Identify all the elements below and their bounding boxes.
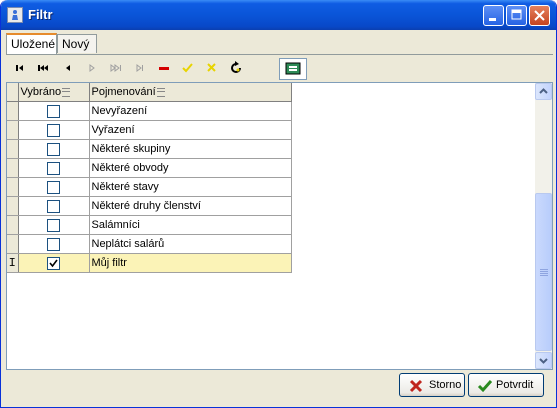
post-edit-icon[interactable] <box>179 59 197 77</box>
checkbox[interactable] <box>47 180 60 194</box>
next-page-icon[interactable] <box>107 59 125 77</box>
cancel-label: Storno <box>429 379 462 391</box>
table-row-current[interactable]: I Můj filtr <box>7 253 292 273</box>
filter-name-cell[interactable]: Některé druhy členství <box>89 196 292 216</box>
selected-cell[interactable] <box>18 120 90 140</box>
column-header-name[interactable]: Pojmenování <box>89 83 292 102</box>
row-indicator <box>7 139 19 159</box>
table-row[interactable]: Vyřazení <box>7 120 292 140</box>
selected-cell[interactable] <box>18 234 90 254</box>
selected-cell[interactable] <box>18 101 90 121</box>
first-record-icon[interactable] <box>11 59 29 77</box>
column-label: Pojmenování <box>91 86 156 98</box>
scroll-down-button[interactable] <box>535 352 552 369</box>
title-bar[interactable]: Filtr <box>1 0 556 30</box>
selected-cell[interactable] <box>18 139 90 159</box>
next-record-icon[interactable] <box>83 59 101 77</box>
filter-name-cell[interactable]: Můj filtr <box>89 253 292 273</box>
scroll-up-button[interactable] <box>535 83 552 100</box>
table-row[interactable]: Některé stavy <box>7 177 292 197</box>
green-check-icon <box>477 380 493 393</box>
row-indicator <box>7 215 19 235</box>
sort-icon <box>156 87 165 97</box>
checkmark-icon <box>49 259 58 267</box>
row-indicator <box>7 120 19 140</box>
indicator-header <box>7 83 19 102</box>
vertical-scrollbar[interactable] <box>535 83 552 369</box>
column-header-selected[interactable]: Vybráno <box>18 83 90 102</box>
filter-dialog: Filtr Uložené Nový Vybráno Pojmenování N… <box>0 0 557 408</box>
row-indicator-current: I <box>7 253 19 273</box>
checkbox[interactable] <box>47 123 60 137</box>
row-indicator <box>7 196 19 216</box>
checkbox[interactable] <box>47 142 60 156</box>
last-record-icon[interactable] <box>131 59 149 77</box>
selected-cell[interactable] <box>18 177 90 197</box>
row-indicator <box>7 158 19 178</box>
tab-new[interactable]: Nový <box>57 34 97 53</box>
filter-name-cell[interactable]: Neplátci salárů <box>89 234 292 254</box>
column-label: Vybráno <box>20 86 62 98</box>
maximize-button[interactable] <box>506 5 527 26</box>
scroll-thumb[interactable] <box>535 193 552 351</box>
table-row[interactable]: Salámníci <box>7 215 292 235</box>
selected-cell[interactable] <box>18 196 90 216</box>
window-title: Filtr <box>28 7 53 22</box>
filter-name-cell[interactable]: Některé stavy <box>89 177 292 197</box>
grip-icon <box>540 269 548 276</box>
table-row[interactable]: Nevyřazení <box>7 101 292 121</box>
filter-name-cell[interactable]: Některé skupiny <box>89 139 292 159</box>
sort-icon <box>62 87 71 97</box>
prior-page-icon[interactable] <box>35 59 53 77</box>
table-row[interactable]: Některé skupiny <box>7 139 292 159</box>
confirm-button[interactable]: Potvrdit <box>468 373 544 397</box>
checkbox[interactable] <box>47 218 60 232</box>
red-x-icon <box>409 379 423 393</box>
checkbox-checked[interactable] <box>47 256 60 270</box>
prior-record-icon[interactable] <box>59 59 77 77</box>
app-icon <box>7 7 23 23</box>
navigator-toolbar <box>6 54 553 83</box>
table-row[interactable]: Některé obvody <box>7 158 292 178</box>
maximize-icon <box>511 9 522 20</box>
chevron-up-icon <box>539 88 548 94</box>
minimize-button[interactable] <box>483 5 504 26</box>
row-indicator <box>7 177 19 197</box>
row-indicator <box>7 101 19 121</box>
selected-cell[interactable] <box>18 215 90 235</box>
checkbox[interactable] <box>47 199 60 213</box>
filter-table: Vybráno Pojmenování Nevyřazení Vyřazení … <box>7 83 292 273</box>
table-row[interactable]: Některé druhy členství <box>7 196 292 216</box>
table-row[interactable]: Neplátci salárů <box>7 234 292 254</box>
refresh-icon[interactable] <box>227 59 245 77</box>
filter-name-cell[interactable]: Nevyřazení <box>89 101 292 121</box>
checkbox[interactable] <box>47 161 60 175</box>
close-button[interactable] <box>529 5 550 26</box>
close-icon <box>534 10 545 21</box>
filter-name-cell[interactable]: Salámníci <box>89 215 292 235</box>
filter-name-cell[interactable]: Vyřazení <box>89 120 292 140</box>
checkbox[interactable] <box>47 104 60 118</box>
filter-name-cell[interactable]: Některé obvody <box>89 158 292 178</box>
confirm-label: Potvrdit <box>496 379 534 391</box>
delete-record-icon[interactable] <box>155 59 173 77</box>
cancel-edit-icon[interactable] <box>203 59 221 77</box>
row-indicator <box>7 234 19 254</box>
cancel-button[interactable]: Storno <box>399 373 465 397</box>
selected-cell[interactable] <box>18 253 90 273</box>
exit-button[interactable] <box>279 58 307 80</box>
filter-grid: Vybráno Pojmenování Nevyřazení Vyřazení … <box>6 82 553 370</box>
checkbox[interactable] <box>47 237 60 251</box>
selected-cell[interactable] <box>18 158 90 178</box>
exit-door-icon <box>285 62 301 75</box>
tab-saved[interactable]: Uložené <box>6 33 57 54</box>
header-row: Vybráno Pojmenování <box>7 83 292 102</box>
chevron-down-icon <box>539 358 548 364</box>
minimize-icon <box>489 18 496 21</box>
